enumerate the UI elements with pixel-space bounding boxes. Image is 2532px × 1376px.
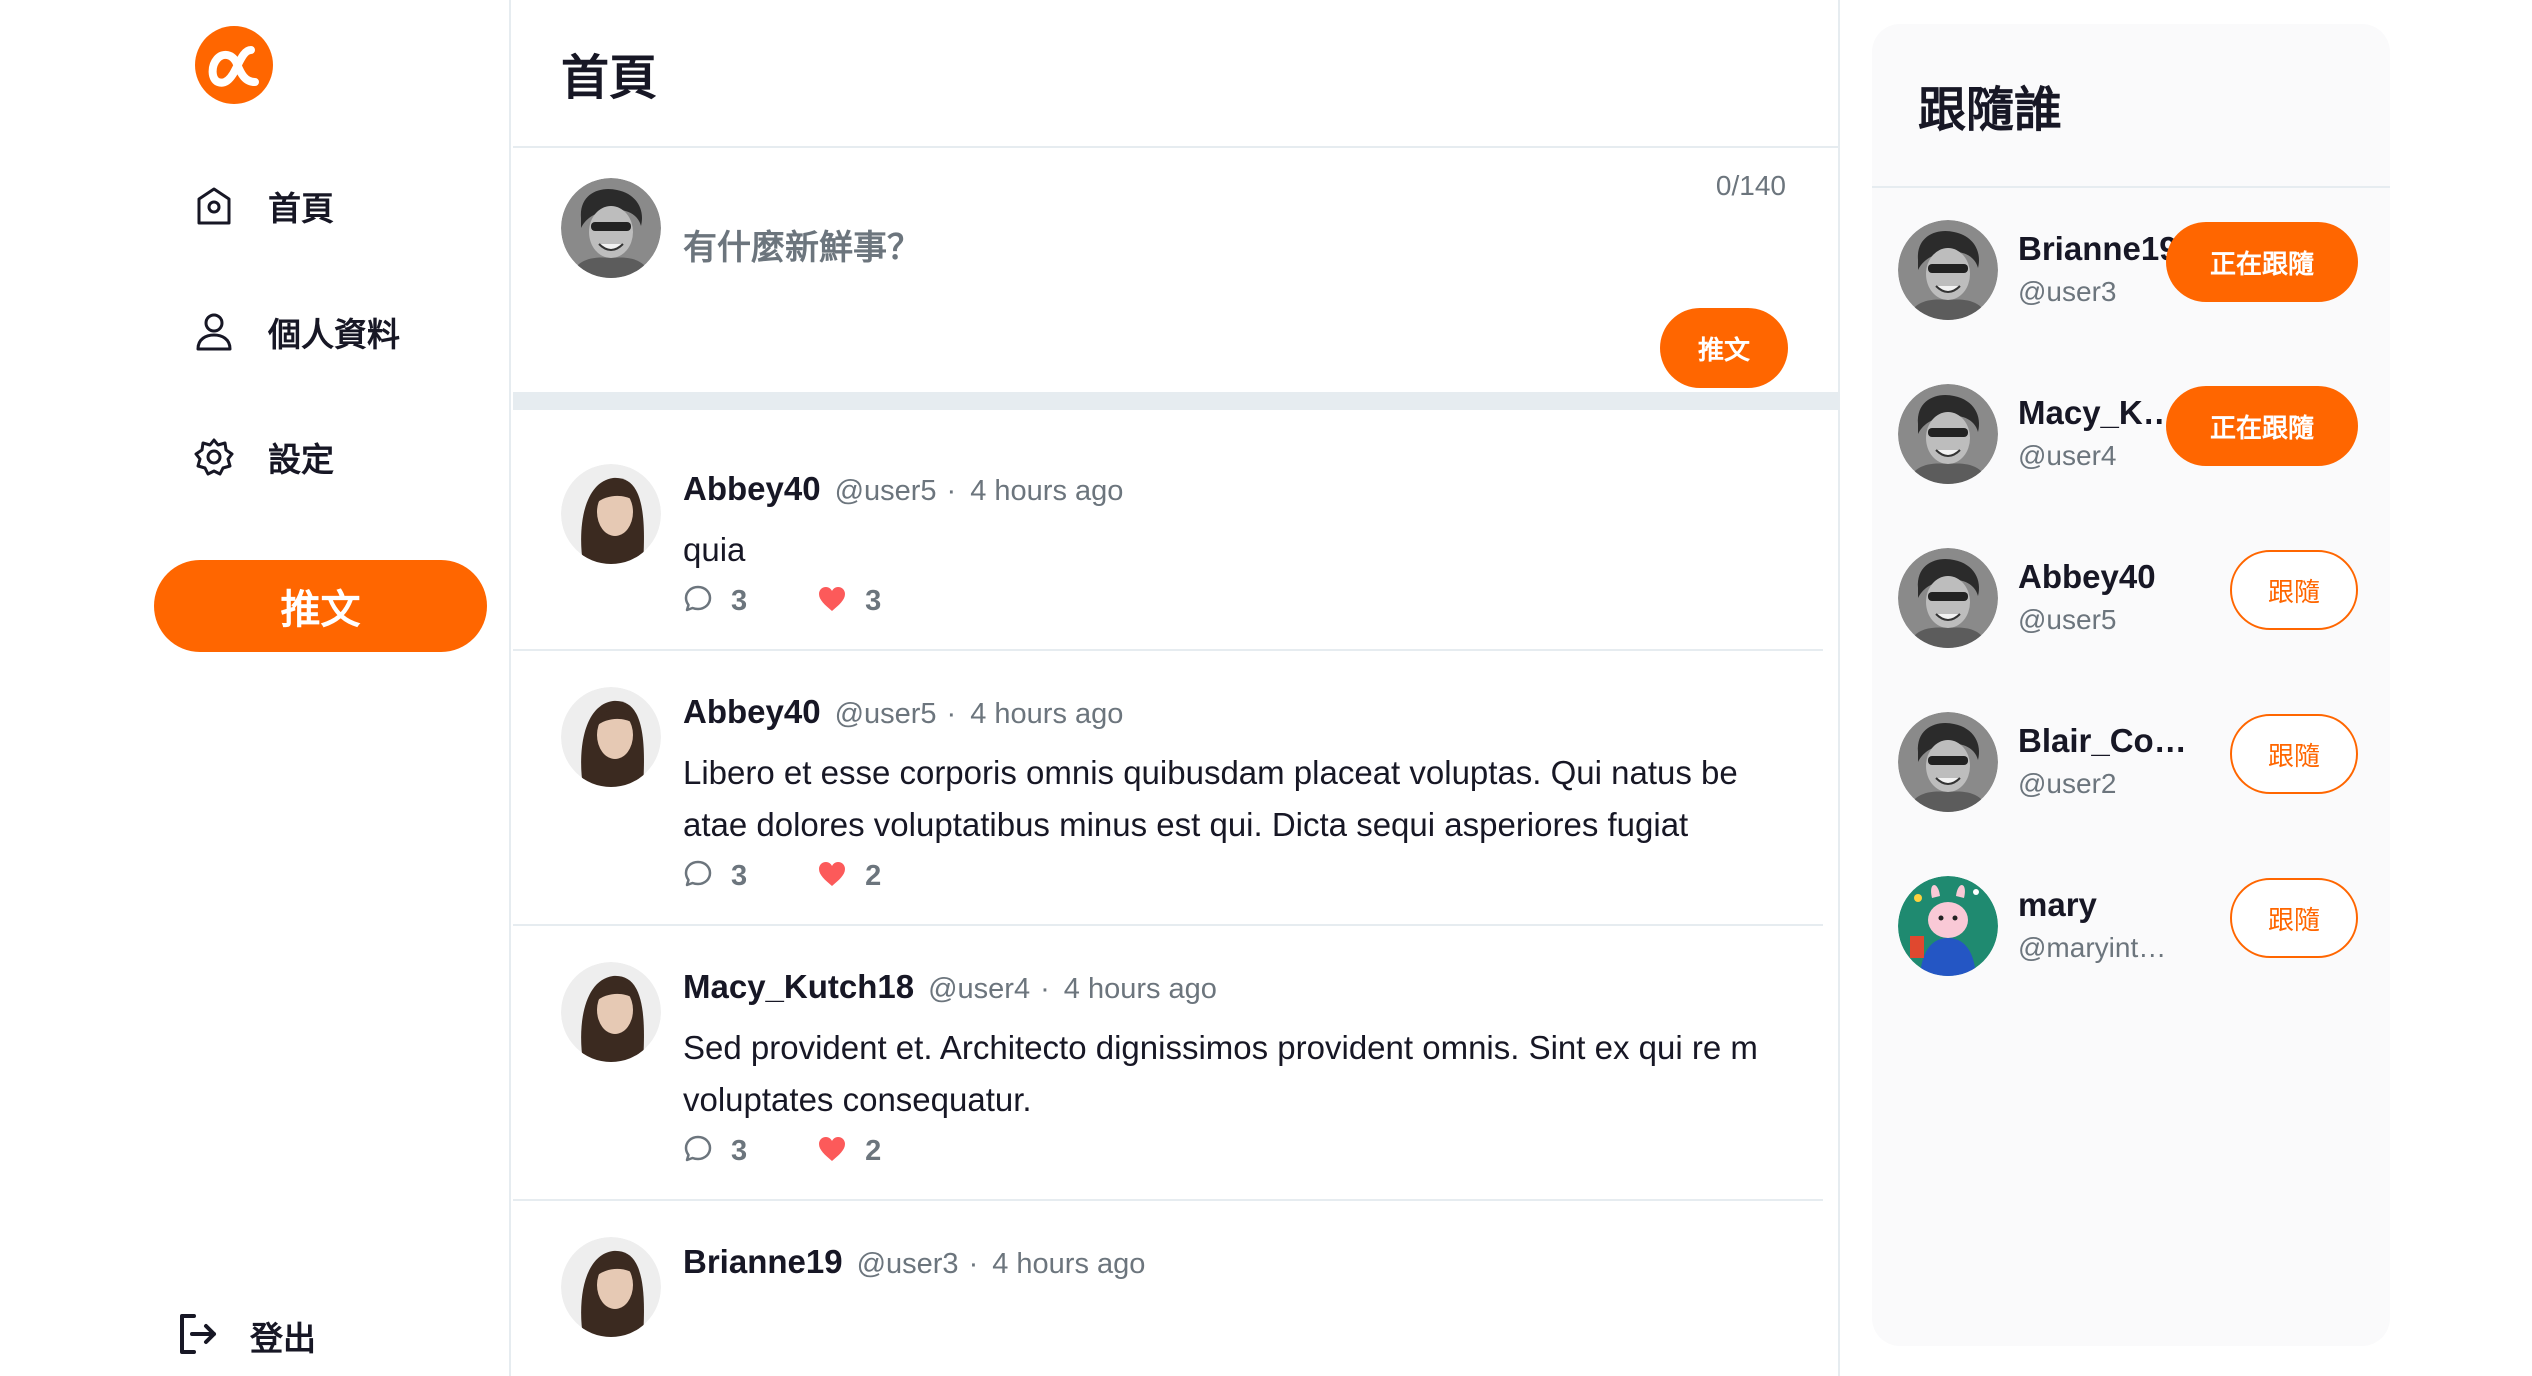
sidebar: 首頁 個人資料 設定 推文 登出 bbox=[0, 0, 511, 1376]
sidebar-item-label: 首頁 bbox=[268, 190, 334, 227]
app-root: 首頁 個人資料 設定 推文 登出 首頁 有什麼新鮮事？ 0/140 推文 Abb… bbox=[0, 0, 2532, 1376]
tweet-composer: 有什麼新鮮事？ 0/140 推文 bbox=[513, 148, 1838, 410]
follow-user-name[interactable]: Macy_Kutch18 bbox=[2018, 394, 2188, 432]
tweet-button[interactable]: 推文 bbox=[154, 560, 487, 652]
gear-icon bbox=[190, 433, 238, 481]
like-button[interactable]: 2 bbox=[817, 1135, 881, 1168]
sidebar-item-settings[interactable]: 設定 bbox=[190, 427, 334, 487]
follow-user-name[interactable]: Abbey40 bbox=[2018, 558, 2188, 596]
like-button[interactable]: 3 bbox=[817, 585, 881, 618]
tweet-author-name[interactable]: Brianne19 bbox=[683, 1243, 843, 1281]
user-icon bbox=[190, 308, 238, 356]
avatar[interactable] bbox=[1898, 384, 1998, 484]
heart-icon bbox=[817, 585, 847, 618]
avatar[interactable] bbox=[1898, 876, 1998, 976]
avatar bbox=[561, 178, 661, 278]
tweet-author-handle[interactable]: @user5 bbox=[835, 475, 937, 508]
home-icon bbox=[190, 182, 238, 230]
follow-user-name[interactable]: Brianne19 bbox=[2018, 230, 2188, 268]
follow-user-handle: @maryintaiwan bbox=[2018, 932, 2178, 963]
follow-button[interactable]: 跟隨 bbox=[2230, 550, 2358, 630]
tweet-author-handle[interactable]: @user3 bbox=[857, 1248, 959, 1281]
tweet-item[interactable]: Abbey40 @user5 · 4 hours ago Libero et e… bbox=[513, 651, 1823, 926]
tweet-timestamp: 4 hours ago bbox=[992, 1248, 1146, 1280]
sidebar-item-profile[interactable]: 個人資料 bbox=[190, 302, 400, 362]
follow-user-handle: @user4 bbox=[2018, 440, 2117, 471]
follow-list-item: Blair_Collins @user2 跟隨 bbox=[1872, 712, 2390, 812]
sidebar-item-label: 設定 bbox=[268, 441, 334, 478]
char-counter: 0/140 bbox=[1715, 170, 1786, 201]
reply-count: 3 bbox=[731, 585, 748, 617]
like-count: 2 bbox=[865, 1135, 882, 1167]
reply-button[interactable]: 3 bbox=[683, 1134, 747, 1169]
tweet-timestamp: 4 hours ago bbox=[970, 475, 1124, 507]
following-button[interactable]: 正在跟隨 bbox=[2166, 222, 2358, 302]
who-to-follow-panel: 跟隨誰 Brianne19 @user3 正在跟隨 Macy_Kutch18 @… bbox=[1872, 24, 2390, 1346]
tweet-text: quia bbox=[683, 531, 746, 568]
composer-input[interactable]: 有什麼新鮮事？ bbox=[683, 220, 921, 269]
tweet-item[interactable]: Abbey40 @user5 · 4 hours ago quia 3 3 bbox=[513, 428, 1823, 651]
reply-count: 3 bbox=[731, 860, 748, 892]
follow-list-item: Brianne19 @user3 正在跟隨 bbox=[1872, 220, 2390, 320]
follow-user-handle: @user2 bbox=[2018, 768, 2117, 799]
submit-tweet-button[interactable]: 推文 bbox=[1660, 308, 1788, 388]
panel-title: 跟隨誰 bbox=[1872, 24, 2390, 188]
logout-label: 登出 bbox=[250, 1320, 316, 1357]
sidebar-item-home[interactable]: 首頁 bbox=[190, 176, 334, 236]
follow-list-item: Macy_Kutch18 @user4 正在跟隨 bbox=[1872, 384, 2390, 484]
separator-dot: · bbox=[946, 475, 957, 507]
reply-button[interactable]: 3 bbox=[683, 584, 747, 619]
tweet-author-name[interactable]: Abbey40 bbox=[683, 693, 821, 731]
logout-icon bbox=[176, 1312, 220, 1361]
heart-icon bbox=[817, 860, 847, 893]
tweet-author-name[interactable]: Macy_Kutch18 bbox=[683, 968, 914, 1006]
logout-button[interactable]: 登出 bbox=[176, 1306, 316, 1366]
follow-user-handle: @user3 bbox=[2018, 276, 2117, 307]
tweet-item[interactable]: Macy_Kutch18 @user4 · 4 hours ago Sed pr… bbox=[513, 926, 1823, 1201]
tweet-text: Sed provident et. Architecto dignissimos… bbox=[683, 1029, 1758, 1118]
comment-icon bbox=[683, 584, 713, 619]
alpha-logo-icon[interactable] bbox=[193, 24, 275, 106]
comment-icon bbox=[683, 1134, 713, 1169]
like-count: 3 bbox=[865, 585, 882, 617]
avatar[interactable] bbox=[561, 687, 661, 787]
follow-user-handle: @user5 bbox=[2018, 604, 2117, 635]
tweet-timestamp: 4 hours ago bbox=[1063, 973, 1217, 1005]
separator-dot: · bbox=[1040, 973, 1050, 1005]
reply-button[interactable]: 3 bbox=[683, 859, 747, 894]
comment-icon bbox=[683, 859, 713, 894]
following-button[interactable]: 正在跟隨 bbox=[2166, 386, 2358, 466]
tweet-timestamp: 4 hours ago bbox=[970, 698, 1124, 730]
tweet-author-handle[interactable]: @user4 bbox=[928, 973, 1030, 1006]
avatar[interactable] bbox=[561, 464, 661, 564]
main-column: 首頁 有什麼新鮮事？ 0/140 推文 Abbey40 @user5 · 4 h… bbox=[513, 0, 1840, 1376]
tweet-text: Libero et esse corporis omnis quibusdam … bbox=[683, 754, 1738, 843]
follow-list-item: mary @maryintaiwan 跟隨 bbox=[1872, 876, 2390, 976]
follow-button[interactable]: 跟隨 bbox=[2230, 878, 2358, 958]
heart-icon bbox=[817, 1135, 847, 1168]
page-title: 首頁 bbox=[561, 52, 658, 105]
page-header: 首頁 bbox=[513, 0, 1838, 148]
avatar[interactable] bbox=[1898, 548, 1998, 648]
follow-button[interactable]: 跟隨 bbox=[2230, 714, 2358, 794]
reply-count: 3 bbox=[731, 1135, 748, 1167]
like-count: 2 bbox=[865, 860, 882, 892]
follow-user-name[interactable]: mary bbox=[2018, 886, 2188, 924]
tweet-author-handle[interactable]: @user5 bbox=[835, 698, 937, 731]
avatar[interactable] bbox=[1898, 220, 1998, 320]
avatar[interactable] bbox=[561, 962, 661, 1062]
sidebar-item-label: 個人資料 bbox=[268, 316, 400, 353]
avatar[interactable] bbox=[561, 1237, 661, 1337]
tweet-author-name[interactable]: Abbey40 bbox=[683, 470, 821, 508]
tweet-feed: Abbey40 @user5 · 4 hours ago quia 3 3 Ab… bbox=[513, 428, 1823, 1337]
separator-dot: · bbox=[968, 1248, 979, 1280]
separator-dot: · bbox=[946, 698, 957, 730]
follow-user-name[interactable]: Blair_Collins bbox=[2018, 722, 2188, 760]
avatar[interactable] bbox=[1898, 712, 1998, 812]
like-button[interactable]: 2 bbox=[817, 860, 881, 893]
follow-list-item: Abbey40 @user5 跟隨 bbox=[1872, 548, 2390, 648]
tweet-item[interactable]: Brianne19 @user3 · 4 hours ago bbox=[513, 1201, 1823, 1337]
